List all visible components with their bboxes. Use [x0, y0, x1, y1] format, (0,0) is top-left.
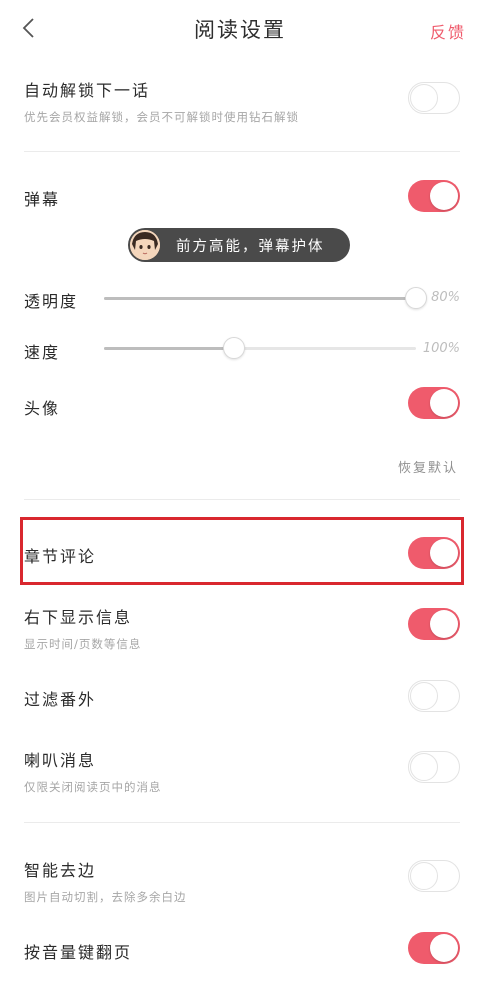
speed-slider[interactable]	[104, 347, 416, 350]
danmaku-preview-text: 前方高能，弹幕护体	[176, 239, 325, 255]
auto-unlock-label: 自动解锁下一话	[24, 81, 151, 100]
restore-default-button[interactable]: 恢复默认	[398, 457, 458, 476]
opacity-slider-fill	[104, 297, 416, 300]
smart-crop-desc: 图片自动切割，去除多余白边	[24, 890, 187, 904]
opacity-value: 80%	[431, 290, 460, 305]
auto-unlock-toggle[interactable]	[408, 82, 460, 114]
bottom-right-info-desc: 显示时间/页数等信息	[24, 637, 142, 651]
smart-crop-toggle[interactable]	[408, 860, 460, 892]
filter-extras-toggle[interactable]	[408, 680, 460, 712]
divider	[24, 499, 460, 500]
bottom-right-info-label: 右下显示信息	[24, 608, 133, 627]
opacity-slider-thumb[interactable]	[405, 287, 427, 309]
page-title: 阅读设置	[194, 18, 286, 42]
auto-unlock-desc: 优先会员权益解锁，会员不可解锁时使用钻石解锁	[24, 110, 299, 124]
speed-value: 100%	[422, 341, 460, 356]
horn-messages-toggle[interactable]	[408, 751, 460, 783]
volume-key-turn-label: 按音量键翻页	[24, 943, 133, 962]
speed-slider-fill	[104, 347, 236, 350]
divider	[24, 151, 460, 152]
horn-messages-label: 喇叭消息	[24, 751, 97, 770]
chapter-comments-label: 章节评论	[24, 547, 97, 566]
horn-messages-desc: 仅限关闭阅读页中的消息	[24, 780, 162, 794]
danmaku-toggle[interactable]	[408, 180, 460, 212]
filter-extras-label: 过滤番外	[24, 690, 97, 709]
smart-crop-label: 智能去边	[24, 861, 97, 880]
bottom-right-info-toggle[interactable]	[408, 608, 460, 640]
opacity-slider[interactable]	[104, 297, 416, 300]
avatar	[130, 230, 160, 260]
divider	[24, 822, 460, 823]
danmaku-label: 弹幕	[24, 190, 61, 209]
volume-key-turn-toggle[interactable]	[408, 932, 460, 964]
opacity-label: 透明度	[24, 292, 79, 311]
chapter-comments-toggle[interactable]	[408, 537, 460, 569]
danmaku-preview: 前方高能，弹幕护体	[128, 228, 350, 262]
speed-label: 速度	[24, 343, 61, 362]
speed-slider-thumb[interactable]	[223, 337, 245, 359]
feedback-button[interactable]: 反馈	[430, 19, 466, 43]
avatar-toggle[interactable]	[408, 387, 460, 419]
avatar-label: 头像	[24, 399, 61, 418]
